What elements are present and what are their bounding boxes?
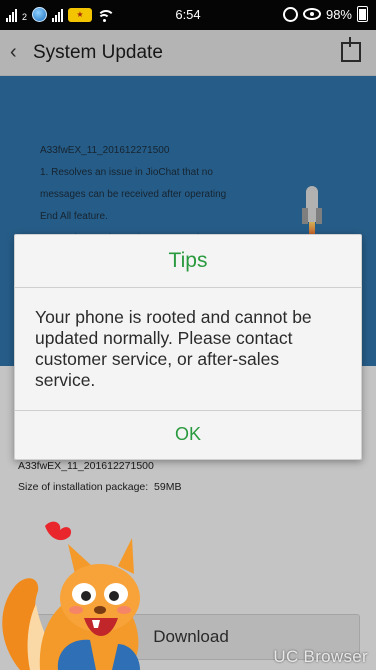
eye-comfort-icon: [302, 8, 321, 20]
ok-button[interactable]: OK: [15, 411, 361, 458]
tips-dialog: Tips Your phone is rooted and cannot be …: [14, 234, 362, 460]
alarm-icon: [282, 6, 298, 22]
status-bar: 2 ★ 6:54 98%: [0, 0, 376, 30]
dialog-divider: [15, 287, 361, 288]
battery-icon: [357, 6, 368, 22]
uc-squirrel-mascot-icon: [2, 521, 140, 670]
dialog-title: Tips: [168, 249, 208, 272]
dialog-message: Your phone is rooted and cannot be updat…: [35, 307, 312, 390]
uc-browser-watermark: UC Browser: [273, 647, 368, 666]
battery-percent: 98%: [325, 6, 352, 22]
status-right-icons: 98%: [282, 6, 368, 22]
